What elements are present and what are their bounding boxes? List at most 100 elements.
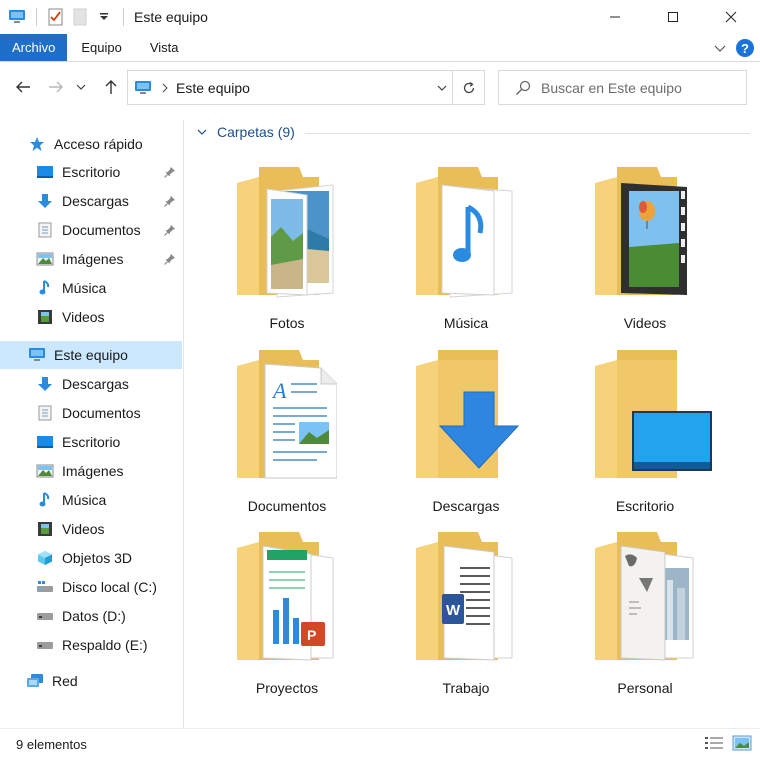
sidebar-item-descargas[interactable]: Descargas (0, 187, 182, 215)
svg-text:A: A (271, 378, 287, 403)
sidebar-item-objetos-3d[interactable]: Objetos 3D (0, 544, 182, 572)
refresh-button[interactable] (452, 71, 484, 104)
maximize-icon (668, 12, 678, 22)
sidebar-item-red[interactable]: Red (0, 667, 182, 695)
sidebar-item-datos-d[interactable]: Datos (D:) (0, 602, 182, 630)
video-icon (36, 520, 54, 538)
sidebar-item-escritorio[interactable]: Escritorio (0, 158, 182, 186)
quick-access-toolbar (0, 0, 128, 34)
drive-icon (36, 607, 54, 625)
sidebar-item-imagenes-pc[interactable]: Imágenes (0, 457, 182, 485)
sidebar-item-label: Disco local (C:) (62, 579, 157, 595)
folder-label: Documentos (247, 498, 327, 514)
folder-tile-escritorio[interactable]: Escritorio (565, 350, 725, 520)
pin-icon[interactable] (164, 194, 176, 210)
folder-tile-fotos[interactable]: Fotos (207, 167, 367, 337)
forward-button[interactable] (41, 72, 71, 102)
folder-tile-personal[interactable]: Personal (565, 532, 725, 702)
sidebar-item-musica-pc[interactable]: Música (0, 486, 182, 514)
folder-label: Fotos (269, 315, 305, 331)
details-view-icon (705, 737, 723, 749)
minimize-icon (610, 16, 620, 18)
expand-ribbon-icon[interactable] (714, 40, 726, 56)
folder-music-icon (416, 167, 513, 298)
address-dropdown-button[interactable] (432, 71, 452, 104)
title-bar: Este equipo (0, 0, 760, 34)
folder-work-icon: W (416, 532, 513, 661)
sidebar-item-musica[interactable]: Música (0, 274, 182, 302)
sidebar-item-escritorio-pc[interactable]: Escritorio (0, 428, 182, 456)
address-bar[interactable]: Este equipo (127, 70, 485, 105)
close-button[interactable] (702, 0, 760, 34)
close-icon (725, 11, 737, 23)
group-divider (305, 133, 750, 134)
back-arrow-icon (16, 81, 30, 93)
up-arrow-icon (105, 80, 117, 94)
sidebar-item-documentos[interactable]: Documentos (0, 216, 182, 244)
folder-tile-musica[interactable]: Música (386, 167, 546, 337)
properties-icon[interactable] (47, 8, 65, 26)
search-box[interactable]: Buscar en Este equipo (498, 70, 747, 105)
computer-icon[interactable] (8, 8, 26, 26)
drive-icon (36, 636, 54, 654)
back-button[interactable] (8, 72, 38, 102)
sidebar-item-label: Este equipo (54, 347, 128, 363)
document-icon (36, 221, 54, 239)
sidebar-item-label: Documentos (62, 222, 141, 238)
sidebar-item-imagenes[interactable]: Imágenes (0, 245, 182, 273)
toolbar-divider (123, 8, 124, 26)
sidebar-item-quick-access[interactable]: Acceso rápido (0, 130, 182, 158)
folder-tile-descargas[interactable]: Descargas (386, 350, 546, 520)
pin-icon[interactable] (164, 252, 176, 268)
recent-locations-button[interactable] (71, 72, 91, 102)
folder-documents-icon: A (237, 350, 337, 479)
sidebar-item-videos[interactable]: Videos (0, 303, 182, 331)
music-note-icon (36, 491, 54, 509)
sidebar-item-respaldo-e[interactable]: Respaldo (E:) (0, 631, 182, 659)
search-input[interactable]: Buscar en Este equipo (541, 80, 682, 96)
video-icon (36, 308, 54, 326)
folder-tile-documentos[interactable]: A Documentos (207, 350, 367, 520)
group-header[interactable]: Carpetas (9) (197, 124, 295, 140)
sidebar-item-documentos-pc[interactable]: Documentos (0, 399, 182, 427)
system-drive-icon (36, 578, 54, 596)
minimize-button[interactable] (586, 0, 644, 34)
tab-equipo[interactable]: Equipo (67, 34, 135, 61)
tab-vista[interactable]: Vista (136, 34, 193, 61)
folder-label: Proyectos (255, 680, 319, 696)
pin-icon[interactable] (164, 165, 176, 181)
tab-archivo[interactable]: Archivo (0, 34, 68, 61)
sidebar-item-label: Documentos (62, 405, 141, 421)
sidebar-item-label: Acceso rápido (54, 136, 143, 152)
customize-dropdown-icon[interactable] (95, 8, 113, 26)
sidebar-item-este-equipo[interactable]: Este equipo (0, 341, 182, 369)
sidebar-item-descargas-pc[interactable]: Descargas (0, 370, 182, 398)
sidebar-item-label: Videos (62, 309, 105, 325)
new-folder-icon[interactable] (71, 8, 89, 26)
folder-tile-videos[interactable]: Videos (565, 167, 725, 337)
sidebar-item-disco-local-c[interactable]: Disco local (C:) (0, 573, 182, 601)
download-icon (36, 375, 54, 393)
sidebar-item-label: Descargas (62, 193, 129, 209)
breadcrumb-separator-icon[interactable] (162, 83, 168, 93)
pin-icon[interactable] (164, 223, 176, 239)
folder-tile-trabajo[interactable]: W Trabajo (386, 532, 546, 702)
help-button[interactable]: ? (736, 39, 754, 57)
sidebar-item-label: Descargas (62, 376, 129, 392)
large-icons-view-button[interactable] (732, 735, 752, 754)
sidebar-item-label: Red (52, 673, 78, 689)
maximize-button[interactable] (644, 0, 702, 34)
folder-tile-proyectos[interactable]: P Proyectos (207, 532, 367, 702)
ribbon-tabs: Archivo Equipo Vista ? (0, 34, 760, 62)
content-area: Carpetas (9) Fotos Música Videos A Docum… (185, 112, 760, 728)
folder-label: Trabajo (442, 680, 490, 696)
large-icons-view-icon (732, 735, 752, 751)
breadcrumb[interactable]: Este equipo (176, 80, 250, 96)
details-view-button[interactable] (704, 735, 724, 754)
computer-icon (134, 80, 152, 96)
sidebar-item-label: Respaldo (E:) (62, 637, 148, 653)
navigation-bar: Este equipo Buscar en Este equipo (0, 62, 760, 112)
sidebar-item-videos-pc[interactable]: Videos (0, 515, 182, 543)
up-button[interactable] (96, 72, 126, 102)
sidebar-item-label: Escritorio (62, 164, 121, 180)
